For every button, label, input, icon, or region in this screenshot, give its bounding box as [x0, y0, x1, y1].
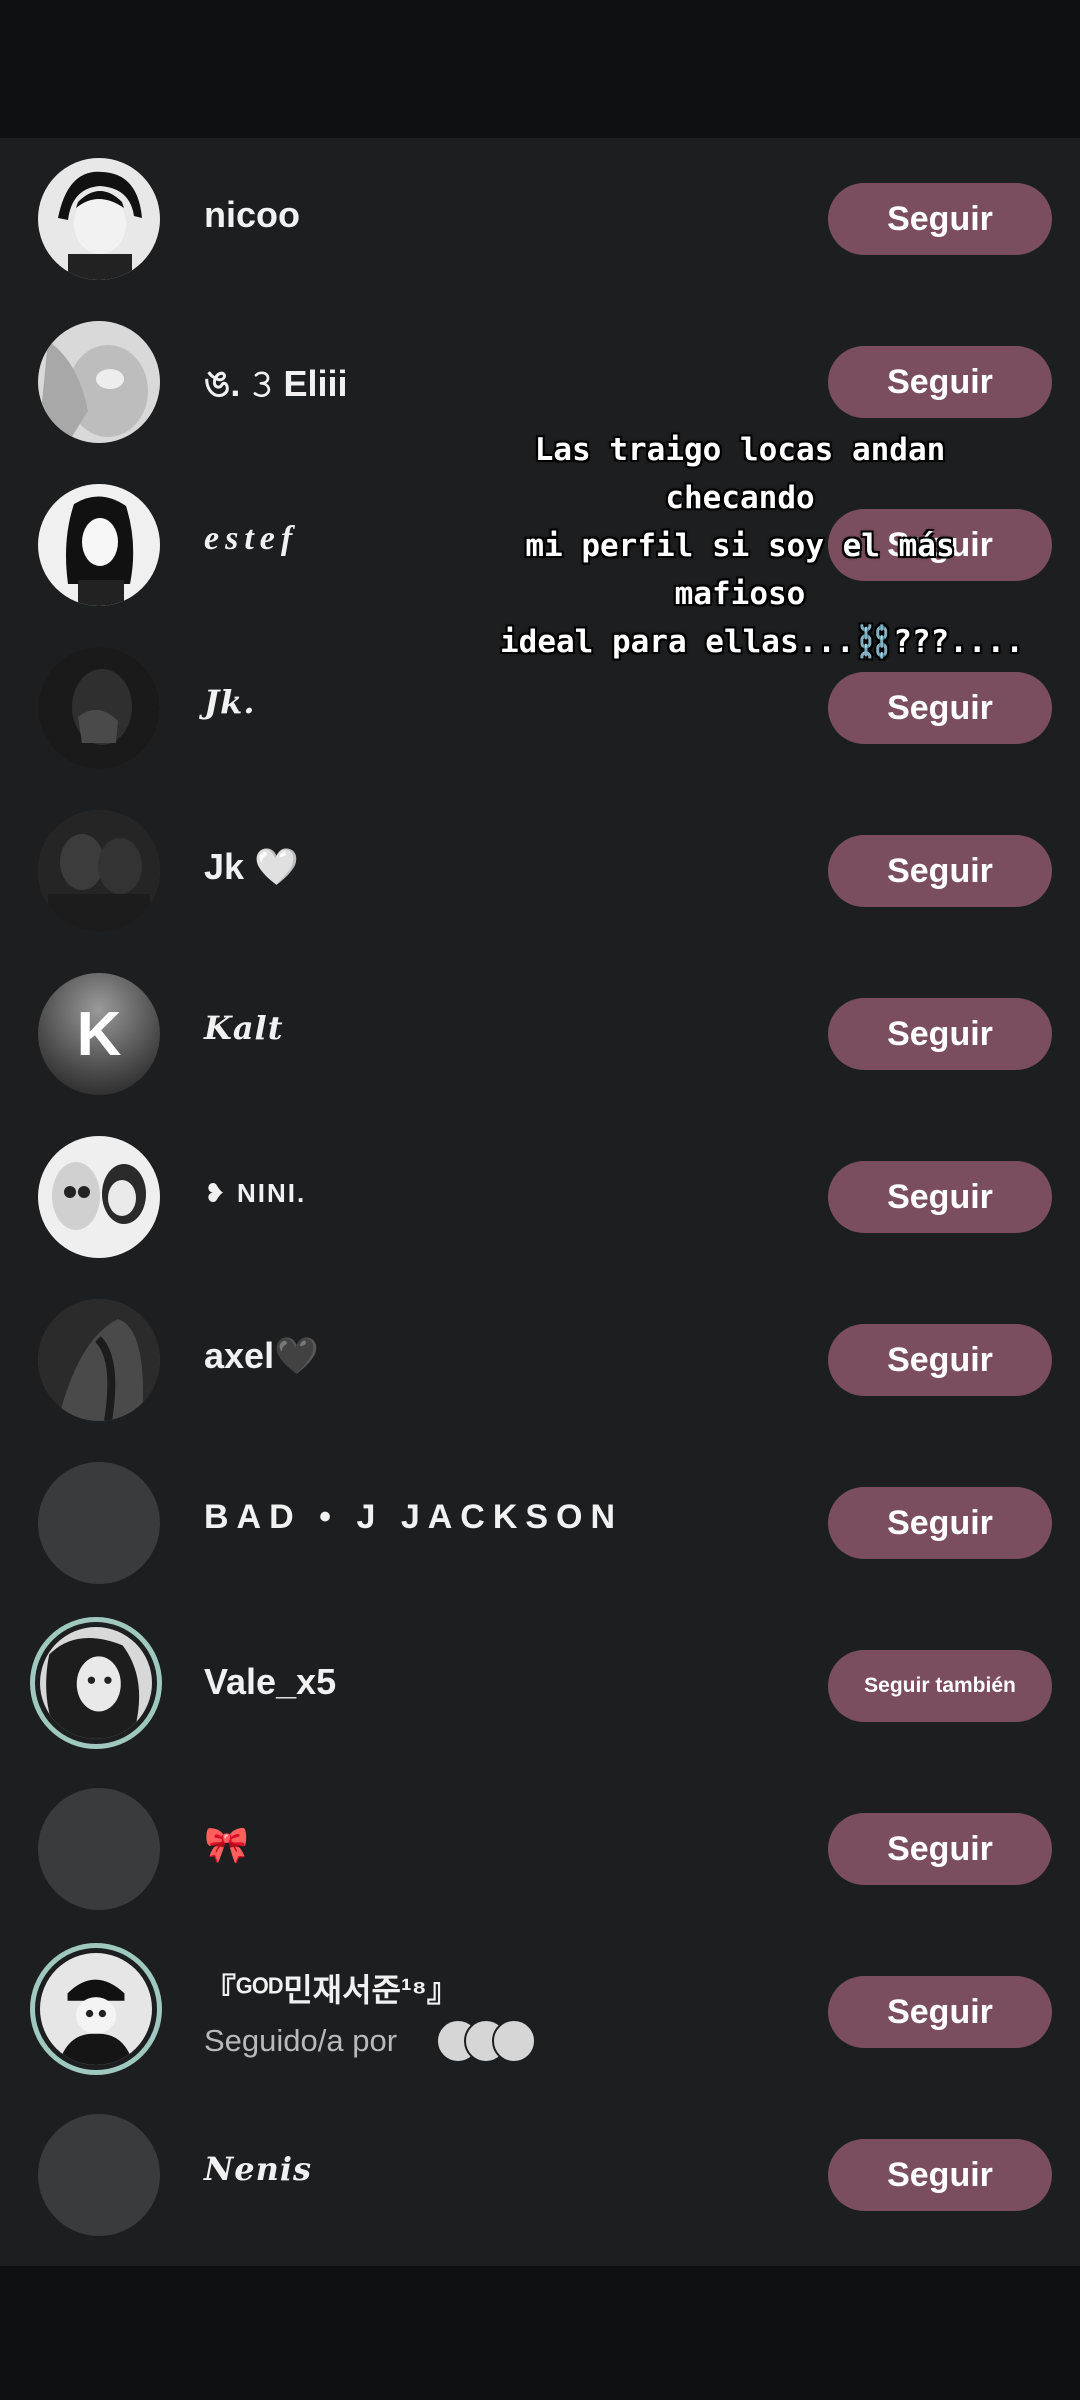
username[interactable]: nicoo: [204, 194, 300, 236]
username[interactable]: BAD • J JACKSON: [204, 1498, 623, 1537]
username[interactable]: ❥ NINI.: [204, 1178, 306, 1209]
avatar[interactable]: [38, 484, 160, 606]
heart-emoji: 🖤: [274, 1335, 319, 1376]
username[interactable]: axel🖤: [204, 1335, 319, 1377]
followed-by-text: Seguido/a por: [204, 2023, 398, 2058]
avatar[interactable]: [38, 1462, 160, 1584]
top-bar: [0, 0, 1080, 138]
list-item[interactable]: ❥ NINI. Seguir: [0, 1116, 1080, 1279]
follow-button[interactable]: Seguir: [828, 835, 1052, 907]
avatar[interactable]: [38, 1136, 160, 1258]
avatar-with-story-ring[interactable]: [30, 1617, 162, 1749]
follow-button[interactable]: Seguir: [828, 2139, 1052, 2211]
list-item[interactable]: 🎀 Seguir: [0, 1768, 1080, 1931]
list-item[interactable]: Nenis Seguir: [0, 2094, 1080, 2257]
avatar[interactable]: K: [38, 973, 160, 1095]
username[interactable]: 🎀: [204, 1824, 249, 1866]
avatar[interactable]: [38, 1299, 160, 1421]
follow-button[interactable]: Seguir: [828, 346, 1052, 418]
follow-button[interactable]: Seguir: [828, 1976, 1052, 2048]
mini-avatar: [492, 2019, 536, 2063]
username[interactable]: Nenis: [204, 2150, 312, 2188]
follow-button[interactable]: Seguir: [828, 672, 1052, 744]
follow-back-button[interactable]: Seguir también: [828, 1650, 1052, 1722]
username[interactable]: ঙ. 𝟹 Eliii: [204, 357, 348, 417]
follow-button[interactable]: Seguir: [828, 1324, 1052, 1396]
list-item[interactable]: Jk 🤍 Seguir: [0, 790, 1080, 953]
avatar[interactable]: [38, 810, 160, 932]
avatar-letter: K: [76, 999, 122, 1069]
avatar[interactable]: [38, 2114, 160, 2236]
list-item[interactable]: Jk. Seguir: [0, 627, 1080, 790]
list-item[interactable]: 『ᴳᴼᴰ민재서준¹⁸』 Seguido/a por Seguir: [0, 1931, 1080, 2094]
follow-button[interactable]: Seguir: [828, 998, 1052, 1070]
followers-list: nicoo Seguir ঙ. 𝟹 Eliii Seguir estef Seg…: [0, 138, 1080, 2266]
follow-button[interactable]: Seguir: [828, 1813, 1052, 1885]
bottom-bar: [0, 2266, 1080, 2400]
username[interactable]: Kalt: [204, 1009, 283, 1047]
username[interactable]: Vale_x5: [204, 1661, 336, 1703]
mutual-followers-avatars[interactable]: [436, 2019, 536, 2063]
list-item[interactable]: Vale_x5 Seguir también: [0, 1605, 1080, 1768]
heart-emoji: 🤍: [254, 846, 299, 887]
list-item[interactable]: axel🖤 Seguir: [0, 1279, 1080, 1442]
avatar[interactable]: [38, 158, 160, 280]
avatar[interactable]: [38, 321, 160, 443]
avatar[interactable]: [38, 1788, 160, 1910]
list-item[interactable]: ঙ. 𝟹 Eliii Seguir: [0, 301, 1080, 464]
list-item[interactable]: K Kalt Seguir: [0, 953, 1080, 1116]
list-item[interactable]: estef Seguir: [0, 464, 1080, 627]
username[interactable]: Jk 🤍: [204, 846, 299, 888]
username[interactable]: 『ᴳᴼᴰ민재서준¹⁸』: [204, 1965, 459, 2011]
list-item[interactable]: BAD • J JACKSON Seguir: [0, 1442, 1080, 1605]
follow-button[interactable]: Seguir: [828, 183, 1052, 255]
follow-button[interactable]: Seguir: [828, 509, 1052, 581]
follow-button[interactable]: Seguir: [828, 1161, 1052, 1233]
list-item[interactable]: nicoo Seguir: [0, 138, 1080, 301]
avatar[interactable]: [38, 647, 160, 769]
avatar-with-story-ring[interactable]: [30, 1943, 162, 2075]
username[interactable]: Jk.: [204, 683, 255, 721]
username[interactable]: estef: [204, 520, 298, 558]
follow-button[interactable]: Seguir: [828, 1487, 1052, 1559]
